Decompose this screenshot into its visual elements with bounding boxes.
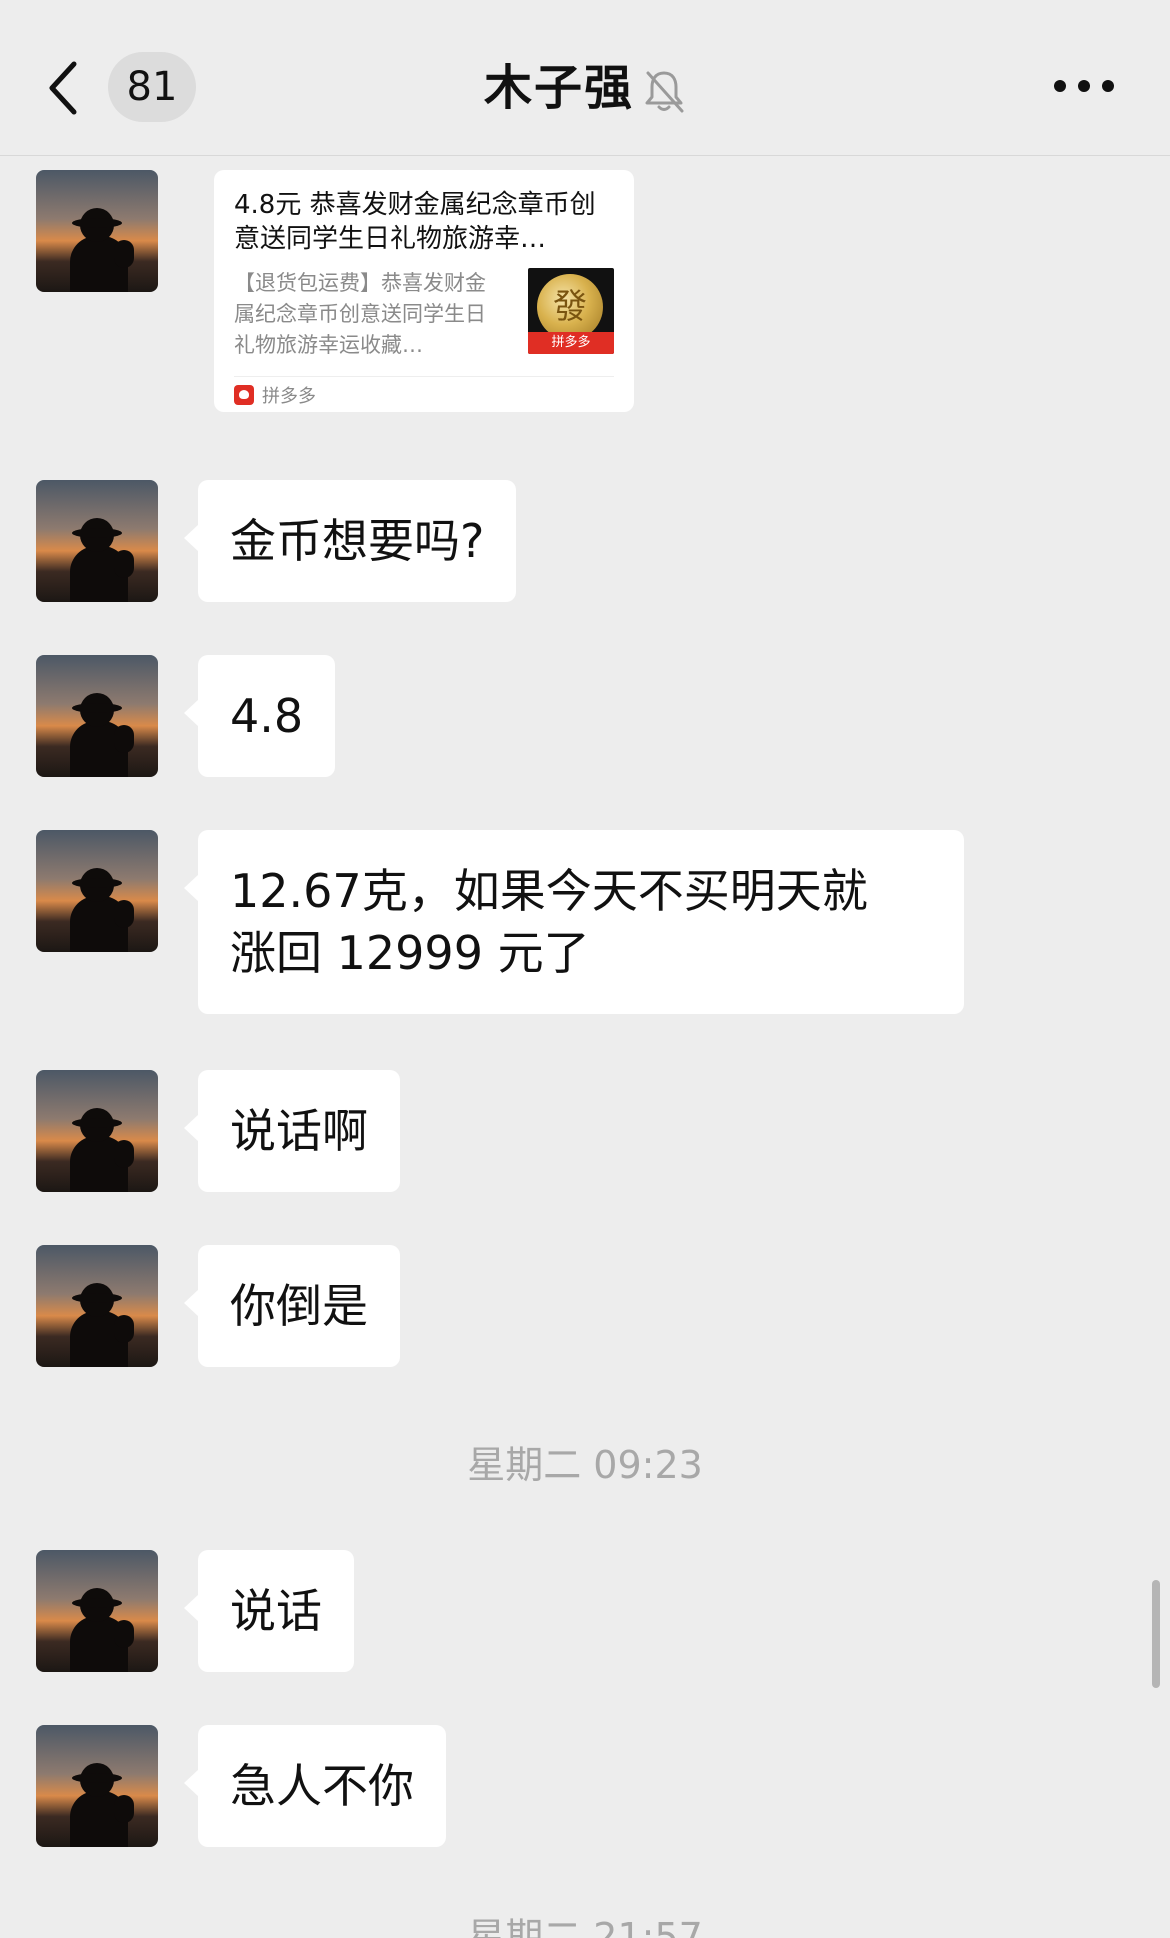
avatar[interactable] xyxy=(36,1725,158,1847)
scrollbar[interactable] xyxy=(1152,1580,1160,1688)
message-bubble[interactable]: 你倒是 xyxy=(184,1245,400,1367)
link-card-thumbnail: 發 拼多多 xyxy=(528,268,614,354)
bell-muted-icon xyxy=(645,71,684,113)
coin-image: 發 xyxy=(537,274,603,340)
avatar[interactable] xyxy=(36,1550,158,1672)
avatar[interactable] xyxy=(36,830,158,952)
link-card[interactable]: 4.8元 恭喜发财金属纪念章币创意送同学生日礼物旅游幸… 【退货包运费】恭喜发财… xyxy=(214,170,634,412)
message-bubble[interactable]: 说话 xyxy=(184,1550,354,1672)
chat-header: 81 木子强 xyxy=(0,0,1170,156)
thumbnail-tag: 拼多多 xyxy=(528,332,614,354)
more-options-button[interactable] xyxy=(1054,72,1114,102)
link-card-footer: 拼多多 xyxy=(234,376,614,412)
avatar[interactable] xyxy=(36,480,158,602)
chat-timestamp: 星期二 21:57 xyxy=(467,1915,703,1938)
avatar[interactable] xyxy=(36,1070,158,1192)
message-bubble[interactable]: 金币想要吗? xyxy=(183,480,517,602)
pinduoduo-icon xyxy=(234,384,254,405)
avatar[interactable] xyxy=(36,170,158,292)
message-bubble[interactable]: 说话啊 xyxy=(184,1070,400,1192)
message-bubble[interactable]: 12.67克，如果今天不买明天就 涨回 12999 元了 xyxy=(184,830,964,1014)
chat-timestamp: 星期二 09:23 xyxy=(467,1443,703,1487)
ellipsis-icon xyxy=(1054,80,1066,92)
message-bubble[interactable]: 4.8 xyxy=(183,655,336,777)
link-card-description: 【退货包运费】恭喜发财金属纪念章币创意送同学生日礼物旅游幸运收藏… xyxy=(234,271,486,357)
message-bubble[interactable]: 急人不你 xyxy=(184,1725,446,1847)
link-card-source: 拼多多 xyxy=(262,385,316,407)
avatar[interactable] xyxy=(36,1245,158,1367)
contact-name: 木子强 xyxy=(483,60,634,116)
chat-screen: 81 木子强 4.8元 恭喜发财金属纪念章币创意送同学生日礼物旅游幸… 【退货包… xyxy=(0,0,1170,1938)
link-card-title: 4.8元 恭喜发财金属纪念章币创意送同学生日礼物旅游幸… xyxy=(234,190,596,254)
avatar[interactable] xyxy=(36,655,158,777)
chat-title[interactable]: 木子强 xyxy=(0,52,1170,124)
